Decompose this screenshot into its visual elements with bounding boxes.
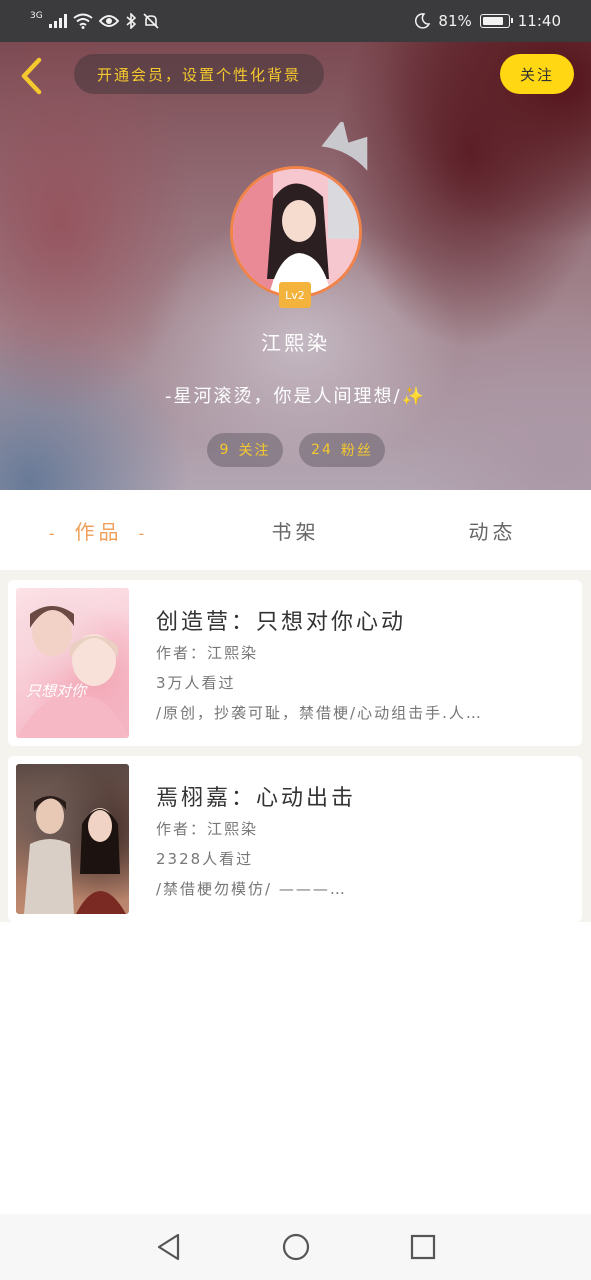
level-badge: Lv2 — [279, 282, 311, 308]
mute-icon — [143, 13, 159, 29]
back-button[interactable] — [14, 56, 48, 96]
clock: 11:40 — [517, 12, 561, 30]
status-left: 3G — [30, 11, 159, 29]
fans-count: 24 — [311, 442, 333, 458]
eye-icon — [98, 15, 119, 27]
book-cover: 只想对你 — [16, 588, 129, 738]
triangle-back-icon — [157, 1233, 179, 1261]
square-recents-icon — [410, 1234, 435, 1260]
battery-percent: 81% — [438, 12, 472, 30]
sparkle-icon: ✨ — [401, 386, 426, 407]
list-item[interactable]: 焉栩嘉：心动出击 作者：江熙染 2328人看过 /禁借梗勿模仿/ ———… — [8, 756, 582, 922]
following-count: 9 — [219, 442, 231, 458]
network-type: 3G — [30, 11, 43, 21]
cover-art: 只想对你 — [16, 606, 129, 738]
tab-activity[interactable]: 动态 — [394, 516, 591, 545]
signature-text: -星河滚烫，你是人间理想/ — [165, 386, 402, 407]
bluetooth-icon — [126, 13, 136, 29]
book-cover — [16, 764, 129, 914]
chevron-left-icon — [21, 57, 42, 95]
circle-home-icon — [282, 1233, 309, 1261]
fans-label: 粉丝 — [340, 443, 373, 459]
username: 江熙染 — [261, 331, 330, 355]
book-views: 2328人看过 — [156, 850, 254, 868]
tab-activity-label: 动态 — [468, 519, 517, 544]
nav-recents-button[interactable] — [403, 1227, 443, 1267]
nav-back-button[interactable] — [149, 1227, 189, 1267]
following-count-button[interactable]: 9 关注 — [207, 433, 283, 467]
book-author: 作者：江熙染 — [156, 820, 259, 838]
profile-screen: 3G 81% 11:40 开通会员，设置个性化背景 关注 Lv2 江熙染 -星河… — [0, 0, 591, 1280]
cover-art — [24, 796, 126, 914]
profile-header: 开通会员，设置个性化背景 关注 Lv2 江熙染 -星河滚烫，你是人间理想/✨ 9… — [0, 42, 591, 490]
works-list: 只想对你 创造营：只想对你心动 作者：江熙染 3万人看过 /原创，抄袭可耻，禁借… — [0, 570, 591, 922]
tab-bookshelf[interactable]: 书架 — [197, 516, 394, 545]
system-nav-bar — [0, 1214, 591, 1280]
list-item[interactable]: 只想对你 创造营：只想对你心动 作者：江熙染 3万人看过 /原创，抄袭可耻，禁借… — [8, 580, 582, 746]
battery-icon — [479, 14, 513, 28]
vip-background-banner[interactable]: 开通会员，设置个性化背景 — [74, 54, 324, 94]
signal-icon — [48, 14, 67, 28]
follow-button[interactable]: 关注 — [500, 54, 574, 94]
book-author: 作者：江熙染 — [156, 644, 259, 662]
svg-text:只想对你: 只想对你 — [26, 682, 88, 700]
status-right: 81% 11:40 — [414, 12, 561, 30]
signature: -星河滚烫，你是人间理想/✨ — [0, 382, 591, 408]
following-label: 关注 — [238, 443, 271, 459]
book-description: /禁借梗勿模仿/ ———… — [156, 880, 347, 898]
book-title: 创造营：只想对你心动 — [156, 610, 407, 635]
tab-bookshelf-label: 书架 — [271, 519, 320, 544]
tab-works[interactable]: - 作品 - — [0, 516, 197, 545]
moon-icon — [415, 13, 431, 29]
tab-works-label: 作品 — [74, 519, 123, 544]
book-title: 焉栩嘉：心动出击 — [156, 786, 357, 811]
avatar-image — [233, 169, 359, 295]
status-bar: 3G 81% 11:40 — [0, 0, 591, 42]
avatar[interactable] — [230, 166, 362, 298]
book-views: 3万人看过 — [156, 674, 236, 692]
book-description: /原创，抄袭可耻，禁借梗/心动组击手.人… — [156, 704, 483, 722]
wifi-icon — [73, 13, 93, 29]
fans-count-button[interactable]: 24 粉丝 — [299, 433, 385, 467]
profile-tabs: - 作品 - 书架 动态 — [0, 490, 591, 570]
nav-home-button[interactable] — [276, 1227, 316, 1267]
